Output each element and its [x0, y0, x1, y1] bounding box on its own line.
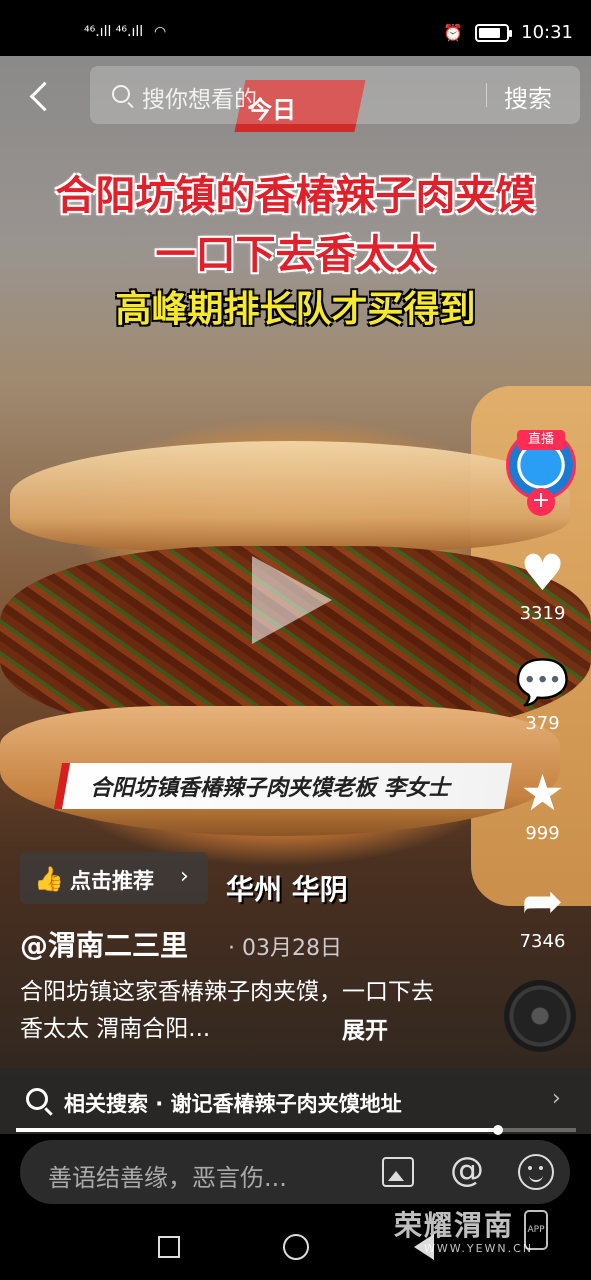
search-input[interactable]: 搜你想看的 搜索	[90, 66, 580, 124]
video-caption-line2: 一口下去香太太	[155, 232, 436, 278]
heart-icon: ♥	[520, 544, 565, 602]
search-placeholder: 搜你想看的	[142, 87, 257, 113]
status-bar: ⁴⁶.ıll ⁴⁶.ıll ◠ ⏰ 10:31	[0, 0, 591, 62]
status-time: 10:31	[521, 22, 573, 43]
live-badge: 直播	[517, 430, 565, 450]
star-icon: ★	[520, 764, 565, 822]
back-arrow-icon[interactable]	[24, 80, 58, 114]
alarm-icon: ⏰	[443, 23, 464, 42]
watermark-app-icon: APP	[524, 1210, 548, 1250]
search-icon	[26, 1088, 48, 1110]
favorite-count: 999	[525, 823, 560, 844]
comment-bubble-icon: 💬	[515, 657, 570, 708]
chevron-right-icon: ›	[180, 864, 189, 889]
comment-button[interactable]: 💬 379	[500, 655, 585, 734]
video-progress-bar[interactable]	[16, 1125, 576, 1135]
image-icon[interactable]	[382, 1157, 414, 1187]
expand-link[interactable]: 展开	[342, 1011, 388, 1045]
comment-input[interactable]: 善语结善缘，恶言伤... @	[20, 1140, 570, 1204]
progress-fill	[16, 1128, 498, 1132]
related-search-bar[interactable]: 相关搜索 · 谢记香椿辣子肉夹馍地址 ›	[0, 1068, 591, 1134]
share-arrow-icon: ➦	[521, 872, 564, 930]
at-mention-icon[interactable]: @	[450, 1150, 484, 1190]
comment-placeholder: 善语结善缘，恶言伤...	[48, 1164, 287, 1192]
music-disc-icon[interactable]	[504, 980, 576, 1052]
author-name[interactable]: @渭南二三里	[20, 924, 188, 964]
lower-third-text: 合阳坊镇香椿辣子肉夹馍老板 李女士	[90, 776, 450, 801]
wifi-icon: ◠	[154, 24, 167, 40]
comment-count: 379	[525, 713, 560, 734]
top-bar: 搜你想看的 搜索	[0, 66, 591, 126]
thumbs-up-icon: 👍	[34, 865, 64, 893]
video-caption-line1: 合阳坊镇的香椿辣子肉夹馍	[55, 173, 536, 219]
share-button[interactable]: ➦ 7346	[500, 873, 585, 952]
like-count: 3319	[519, 603, 566, 624]
follow-plus-icon[interactable]: +	[527, 488, 555, 516]
search-icon	[112, 85, 130, 103]
favorite-button[interactable]: ★ 999	[500, 765, 585, 844]
share-count: 7346	[519, 931, 566, 952]
play-icon[interactable]	[252, 556, 332, 644]
recent-apps-icon[interactable]	[158, 1236, 180, 1258]
recommend-button[interactable]: 👍 点击推荐 ›	[20, 852, 208, 904]
post-date: · 03月28日	[228, 936, 342, 961]
chevron-right-icon: ›	[552, 1086, 561, 1111]
like-button[interactable]: ♥ 3319	[500, 545, 585, 624]
watermark-url: WWW.YEWN.CN	[424, 1242, 534, 1255]
search-button[interactable]: 搜索	[504, 79, 552, 114]
video-caption-line3: 高峰期排长队才买得到	[115, 289, 476, 330]
location-subtitle: 华州 华阴	[226, 873, 348, 906]
recommend-label: 点击推荐	[70, 869, 154, 893]
emoji-icon[interactable]	[518, 1154, 554, 1190]
watermark-logo: 荣耀渭南	[394, 1209, 515, 1242]
progress-handle[interactable]	[492, 1125, 503, 1135]
related-search-text: 相关搜索 · 谢记香椿辣子肉夹馍地址	[64, 1092, 402, 1116]
signal-icon: ⁴⁶.ıll ⁴⁶.ıll	[84, 24, 144, 40]
home-icon[interactable]	[283, 1234, 309, 1260]
battery-icon	[475, 23, 513, 42]
